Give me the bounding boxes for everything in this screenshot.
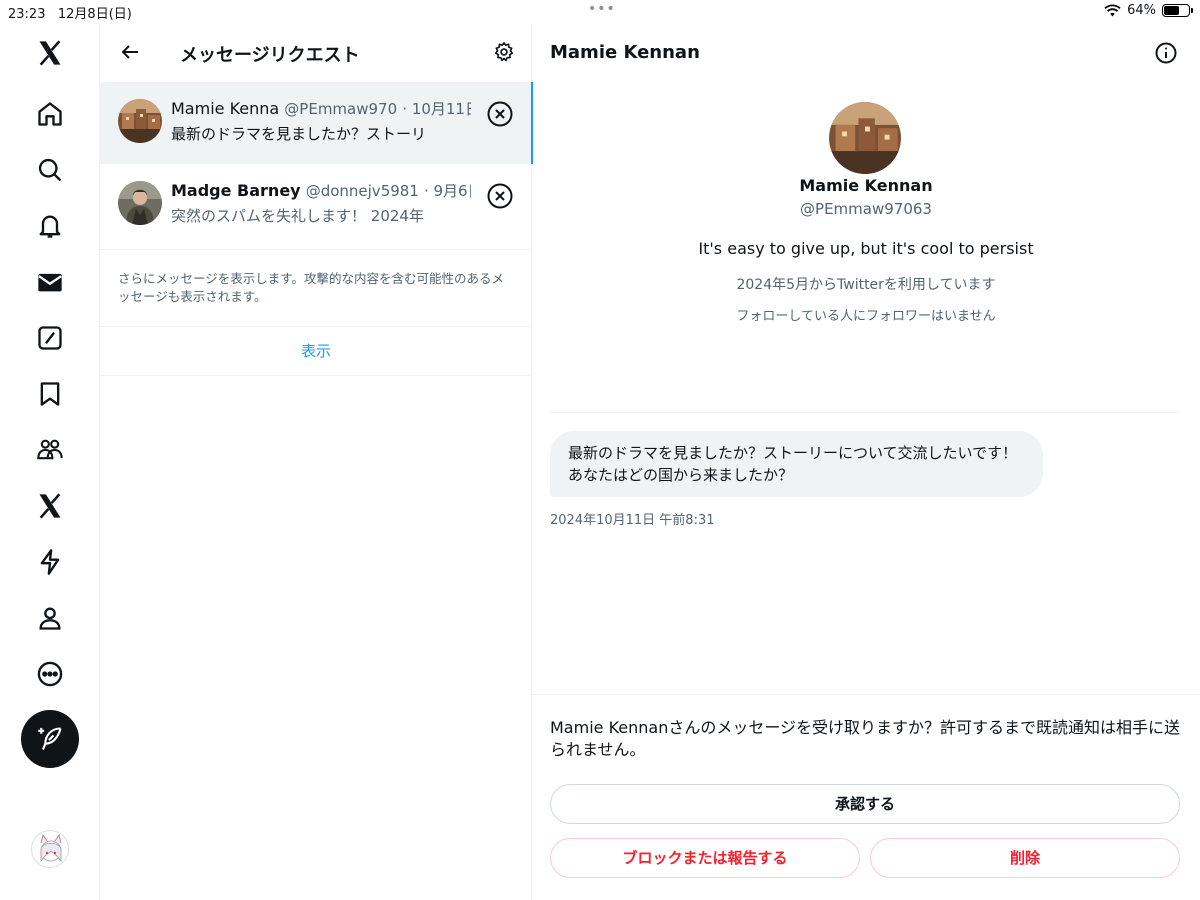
divider [532, 694, 1200, 695]
sender-handle: @donnejv5981 [305, 182, 419, 200]
gear-icon[interactable] [493, 41, 515, 63]
search-icon[interactable] [34, 154, 66, 186]
delete-button[interactable]: 削除 [870, 838, 1180, 878]
message-preview: 突然のスパムを失礼します！ 2024年 [171, 207, 424, 225]
compose-button[interactable] [21, 710, 79, 768]
request-header: Mamie Kenna @PEmmaw970 · 10月11日 [171, 98, 471, 119]
battery-percent: 64% [1127, 3, 1156, 18]
sender-handle: @PEmmaw970 [284, 100, 398, 118]
profile-handle: @PEmmaw97063 [800, 200, 932, 218]
grok-icon[interactable] [34, 322, 66, 354]
block-report-button[interactable]: ブロックまたは報告する [550, 838, 860, 878]
status-time: 23:23 12月8日(日) [8, 7, 132, 22]
sender-name: Mamie Kenna [171, 99, 280, 118]
account-avatar[interactable] [31, 830, 69, 868]
home-icon[interactable] [34, 98, 66, 130]
more-icon[interactable] [34, 658, 66, 690]
avatar[interactable] [118, 99, 162, 143]
page-title: メッセージリクエスト [180, 45, 360, 66]
profile-bio: It's easy to give up, but it's cool to p… [698, 239, 1034, 258]
avatar[interactable] [118, 181, 162, 225]
sidebar-nav [0, 24, 100, 900]
profile-avatar[interactable] [829, 102, 901, 174]
info-icon[interactable] [1154, 41, 1178, 65]
status-bar: 23:23 12月8日(日) ••• 64% [0, 0, 1200, 24]
bookmark-icon[interactable] [34, 378, 66, 410]
status-date: 12月8日(日) [57, 7, 132, 22]
profile-joined-date: 2024年5月からTwitterを利用しています [736, 277, 996, 293]
close-icon[interactable] [486, 100, 514, 128]
compose-feather-icon [38, 727, 62, 750]
message-timestamp: 2024年10月11日 午前8:31 [550, 513, 715, 528]
list-item[interactable]: Mamie Kenna @PEmmaw970 · 10月11日 最新のドラマを見… [100, 82, 533, 164]
more-messages-note: さらにメッセージを表示します。攻撃的な内容を含む可能性のあるメッセージも表示され… [100, 249, 532, 327]
status-indicators: 64% [1104, 3, 1193, 18]
list-item[interactable]: Madge Barney @donnejv5981 · 9月6日 突然のスパムを… [100, 164, 532, 246]
back-arrow-icon[interactable] [118, 40, 142, 64]
sender-name: Madge Barney [171, 181, 301, 200]
profile-name: Mamie Kennan [799, 176, 933, 195]
message-preview: 最新のドラマを見ましたか？ストーリ [171, 125, 427, 143]
profile-icon[interactable] [34, 602, 66, 634]
close-icon[interactable] [486, 182, 514, 210]
accept-button[interactable]: 承認する [550, 784, 1180, 824]
list-header: メッセージリクエスト [100, 24, 531, 82]
conversation-panel: Mamie Kennan Mamie Kennan @PEmmaw97063 I… [532, 24, 1200, 900]
envelope-icon[interactable] [34, 266, 66, 298]
request-date: · 9月6日 [423, 182, 471, 200]
show-more-link[interactable]: 表示 [100, 326, 532, 376]
x-logo-icon[interactable] [34, 37, 66, 69]
multitask-dots-icon[interactable]: ••• [588, 1, 616, 17]
bell-icon[interactable] [34, 210, 66, 242]
request-date: · 10月11日 [402, 100, 471, 118]
request-header: Madge Barney @donnejv5981 · 9月6日 [171, 180, 471, 201]
communities-icon[interactable] [34, 434, 66, 466]
conversation-title: Mamie Kennan [550, 42, 700, 63]
message-request-list: メッセージリクエスト Mamie Kenna @PEmmaw970 · 10月1… [100, 24, 533, 900]
x-premium-icon[interactable] [34, 490, 66, 522]
lightning-icon[interactable] [34, 546, 66, 578]
divider [550, 412, 1180, 413]
message-bubble[interactable]: 最新のドラマを見ましたか？ストーリーについて交流したいです！あなたはどの国から来… [550, 431, 1043, 497]
accept-prompt: Mamie Kennanさんのメッセージを受け取りますか？許可するまで既読通知は… [550, 718, 1181, 759]
profile-followers-note: フォローしている人にフォロワーはいません [736, 309, 996, 324]
battery-icon [1162, 4, 1193, 17]
wifi-icon [1104, 4, 1121, 17]
